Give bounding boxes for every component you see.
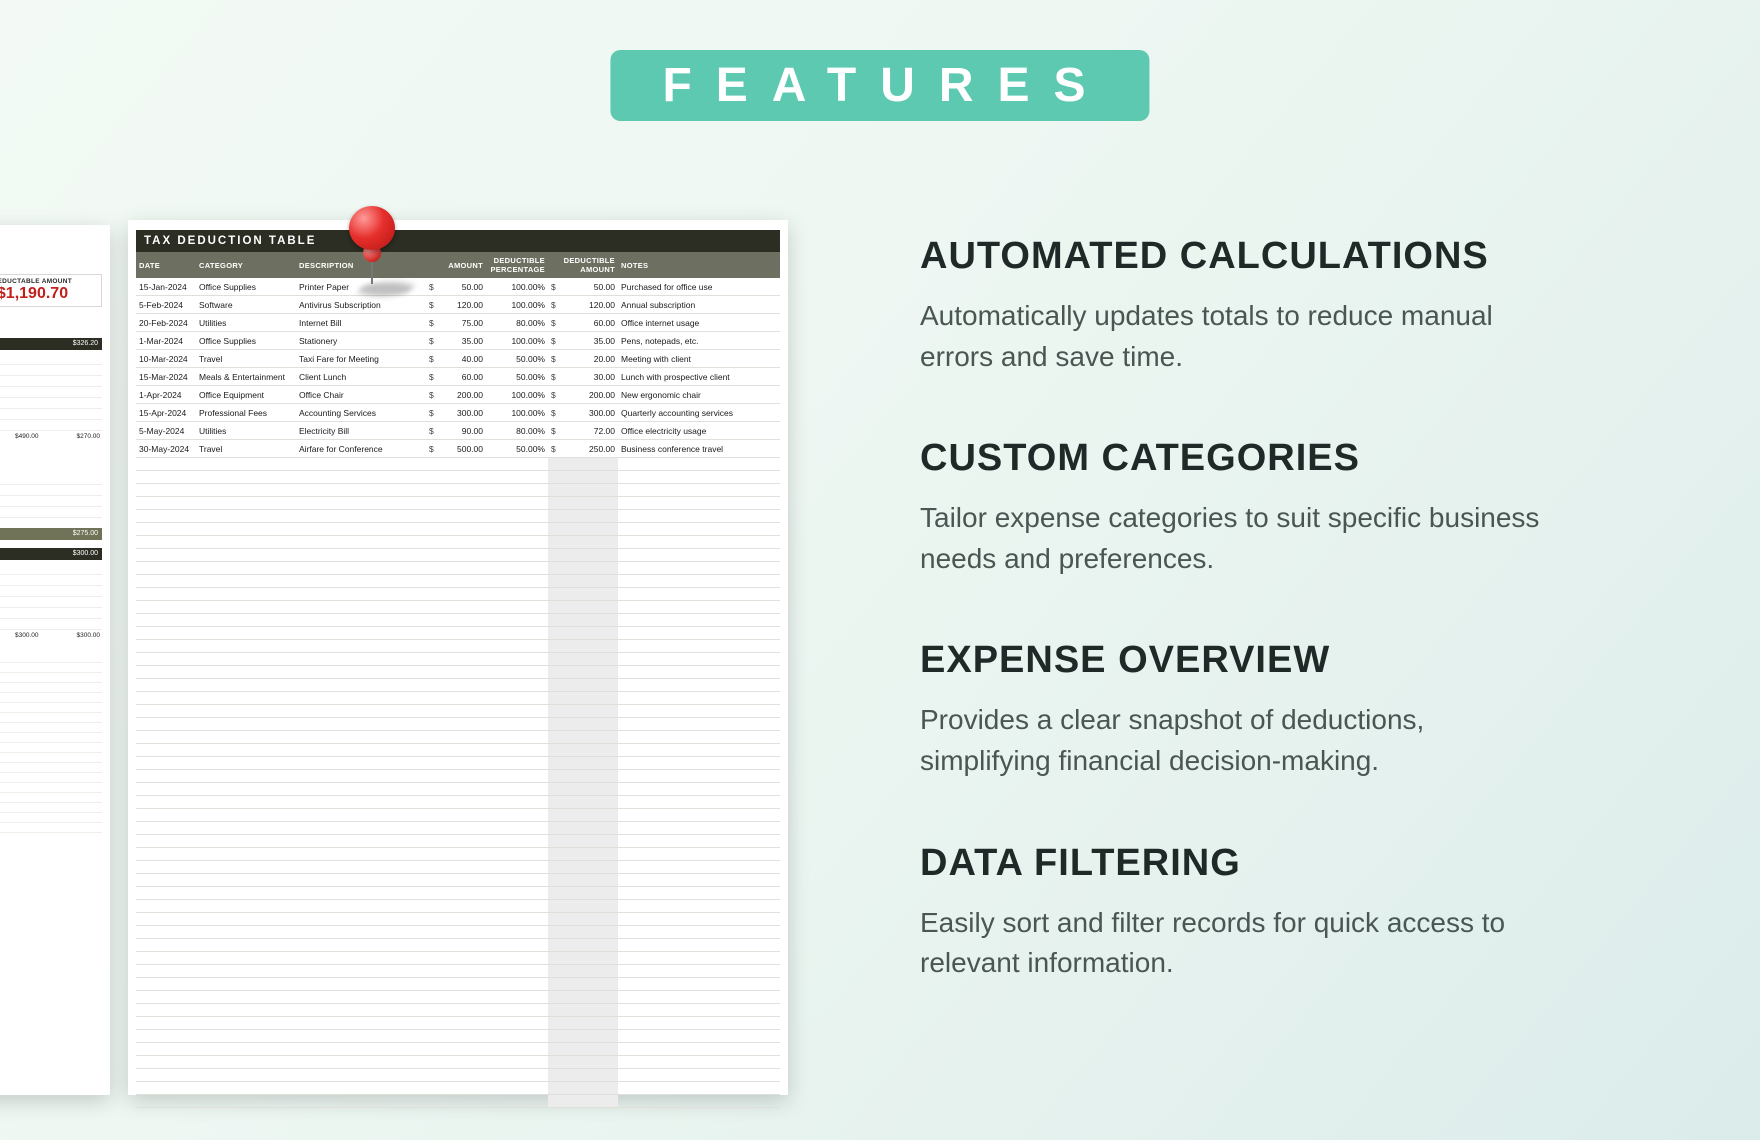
mini-footer: $300.00 $300.00 <box>0 632 102 639</box>
rule-grid <box>0 653 102 833</box>
spreadsheet-left-paper: any Website | Company Number DUCTION TRA… <box>0 225 110 1095</box>
feature-body: Automatically updates totals to reduce m… <box>920 296 1560 377</box>
col-pct: DEDUCTIBLE PERCENTAGE <box>486 252 548 278</box>
table-filler <box>136 458 780 1108</box>
section-total-bar: $300.00 <box>0 548 102 560</box>
table-row: 15-Jan-2024Office SuppliesPrinter Paper5… <box>136 278 780 296</box>
feature-title: DATA FILTERING <box>920 842 1560 885</box>
section-amount: $326.20 <box>73 338 102 347</box>
table-row: 10-Mar-2024TravelTaxi Fare for Meeting40… <box>136 350 780 368</box>
table-head: DATE CATEGORY DESCRIPTION AMOUNT DEDUCTI… <box>136 252 780 278</box>
feature-block: EXPENSE OVERVIEW Provides a clear snapsh… <box>920 639 1560 781</box>
section-amount: $275.00 <box>73 528 102 537</box>
features-column: AUTOMATED CALCULATIONS Automatically upd… <box>920 235 1560 1044</box>
total-value: $1,190.70 <box>0 285 97 303</box>
table-row: 5-May-2024UtilitiesElectricity Bill90.00… <box>136 422 780 440</box>
mini-grid <box>0 564 102 630</box>
mini-footer: $383.20 $392.00 $490.00 $270.00 <box>0 433 102 440</box>
feature-block: DATA FILTERING Easily sort and filter re… <box>920 842 1560 984</box>
footer-amount: $300.00 <box>77 632 101 639</box>
footer-amount: $270.00 <box>77 433 101 440</box>
footer-amount: $490.00 <box>15 433 39 440</box>
feature-title: EXPENSE OVERVIEW <box>920 639 1560 682</box>
total-card: TOTAL DEDUCTABLE AMOUNT $1,190.70 <box>0 274 102 307</box>
section-amount: $300.00 <box>73 548 102 557</box>
deduction-table: DATE CATEGORY DESCRIPTION AMOUNT DEDUCTI… <box>136 252 780 1108</box>
table-row: 15-Mar-2024Meals & EntertainmentClient L… <box>136 368 780 386</box>
table-row: 1-Apr-2024Office EquipmentOffice Chair20… <box>136 386 780 404</box>
table-body: 15-Jan-2024Office SuppliesPrinter Paper5… <box>136 278 780 458</box>
mini-grid <box>0 354 102 431</box>
total-label: TOTAL DEDUCTABLE AMOUNT <box>0 278 97 285</box>
col-cat: CATEGORY <box>196 252 296 278</box>
feature-block: AUTOMATED CALCULATIONS Automatically upd… <box>920 235 1560 377</box>
table-row: 30-May-2024TravelAirfare for Conference5… <box>136 440 780 458</box>
feature-body: Provides a clear snapshot of deductions,… <box>920 700 1560 781</box>
feature-title: CUSTOM CATEGORIES <box>920 437 1560 480</box>
feature-body: Easily sort and filter records for quick… <box>920 903 1560 984</box>
section-heading: EW <box>0 454 102 463</box>
footer-amount: $300.00 <box>15 632 39 639</box>
section-sub: ount <box>0 463 102 470</box>
spreadsheet-right-paper: TAX DEDUCTION TABLE DATE CATEGORY DESCRI… <box>128 220 788 1095</box>
table-row: 20-Feb-2024UtilitiesInternet Bill75.0080… <box>136 314 780 332</box>
table-title: TAX DEDUCTION TABLE <box>136 230 780 252</box>
company-crumb: any Website | Company Number <box>0 235 102 242</box>
pushpin-icon <box>335 200 415 290</box>
feature-title: AUTOMATED CALCULATIONS <box>920 235 1560 278</box>
table-row: 15-Apr-2024Professional FeesAccounting S… <box>136 404 780 422</box>
section-heading: EW <box>0 321 102 330</box>
features-banner: FEATURES <box>610 50 1149 121</box>
col-date: DATE <box>136 252 196 278</box>
table-row: 1-Mar-2024Office SuppliesStationery35.00… <box>136 332 780 350</box>
section-subtotal-bar: $275.00 <box>0 528 102 540</box>
mini-grid <box>0 474 102 518</box>
col-notes: NOTES <box>618 252 780 278</box>
col-amount: AMOUNT <box>426 252 486 278</box>
feature-block: CUSTOM CATEGORIES Tailor expense categor… <box>920 437 1560 579</box>
col-ded: DEDUCTIBLE AMOUNT <box>548 252 618 278</box>
spreadsheet-mock-area: any Website | Company Number DUCTION TRA… <box>0 220 790 1140</box>
feature-body: Tailor expense categories to suit specif… <box>920 498 1560 579</box>
section-total-bar: $326.20 <box>0 338 102 350</box>
table-row: 5-Feb-2024SoftwareAntivirus Subscription… <box>136 296 780 314</box>
